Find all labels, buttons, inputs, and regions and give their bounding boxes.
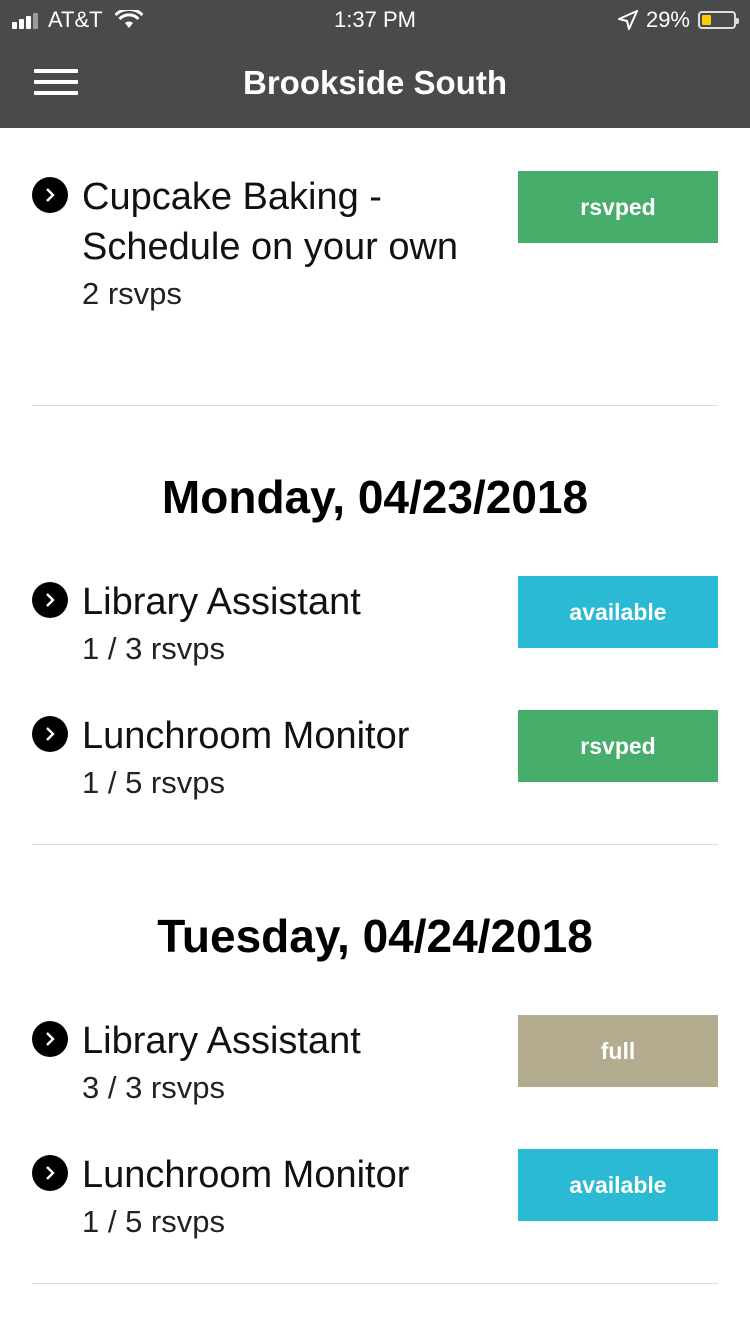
location-arrow-icon — [617, 10, 638, 30]
chevron-right-icon[interactable] — [32, 716, 68, 752]
divider — [32, 405, 718, 406]
battery-icon — [698, 11, 739, 29]
day-header: Monday, 04/23/2018 — [161, 471, 589, 523]
status-badge-rsvped[interactable]: rsvped — [518, 171, 718, 243]
status-badge-rsvped[interactable]: rsvped — [518, 710, 718, 782]
item-title[interactable]: Lunchroom Monitor — [82, 711, 510, 761]
navigation-bar: Brookside South — [0, 40, 750, 128]
item-title[interactable]: Lunchroom Monitor — [82, 1150, 510, 1200]
divider — [32, 1283, 718, 1284]
status-badge-available[interactable]: available — [518, 576, 718, 648]
page-title: Brookside South — [242, 64, 508, 101]
chevron-right-icon[interactable] — [32, 177, 68, 213]
status-right: 29% — [617, 7, 739, 33]
battery-percent: 29% — [645, 7, 690, 32]
item-rsvp-count: 1 / 5 rsvps — [82, 765, 225, 800]
item-title[interactable]: Library Assistant — [82, 1016, 510, 1066]
divider — [32, 844, 718, 845]
chevron-right-icon[interactable] — [32, 1155, 68, 1191]
item-rsvp-count: 3 / 3 rsvps — [82, 1070, 225, 1105]
top-bar: AT&T 1:37 PM 29% Brookside South — [0, 0, 750, 128]
status-bar: AT&T 1:37 PM 29% — [0, 0, 750, 40]
item-rsvp-count: 2 rsvps — [82, 276, 182, 311]
battery-fill — [702, 15, 711, 25]
chevron-right-icon[interactable] — [32, 1021, 68, 1057]
status-badge-full[interactable]: full — [518, 1015, 718, 1087]
status-badge-available[interactable]: available — [518, 1149, 718, 1221]
item-rsvp-count: 1 / 5 rsvps — [82, 1204, 225, 1239]
chevron-right-icon[interactable] — [32, 582, 68, 618]
item-title[interactable]: Library Assistant — [82, 577, 510, 627]
day-header: Tuesday, 04/24/2018 — [157, 910, 593, 962]
item-rsvp-count: 1 / 3 rsvps — [82, 631, 225, 666]
item-title[interactable]: Cupcake Baking - Schedule on your own — [82, 172, 510, 272]
